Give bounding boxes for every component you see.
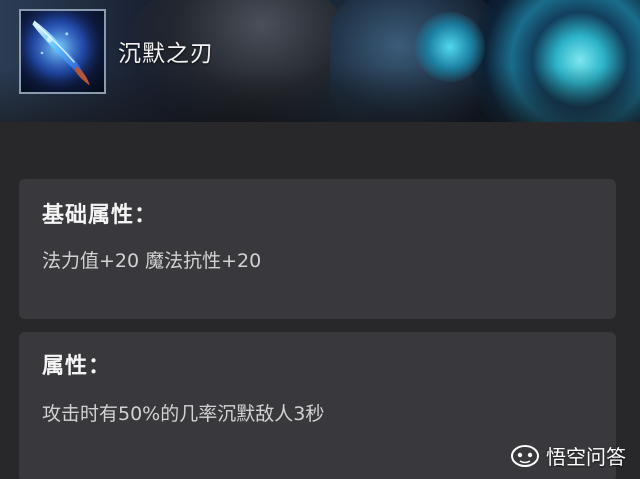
blade-icon — [19, 9, 106, 94]
watermark: 悟空问答 — [510, 441, 626, 470]
item-name: 沉默之刃 — [118, 41, 214, 67]
base-stats-card: 基础属性： 法力值+20 魔法抗性+20 — [19, 179, 616, 319]
base-stats-title: 基础属性： — [42, 203, 158, 228]
wukong-logo-icon — [510, 444, 540, 468]
base-stats-text: 法力值+20 魔法抗性+20 — [42, 250, 262, 272]
attributes-title: 属性： — [42, 354, 112, 379]
attributes-text: 攻击时有50%的几率沉默敌人3秒 — [42, 403, 325, 425]
watermark-label: 悟空问答 — [546, 445, 626, 469]
item-details: 基础属性： 法力值+20 魔法抗性+20 属性： 攻击时有50%的几率沉默敌人3… — [0, 122, 640, 479]
